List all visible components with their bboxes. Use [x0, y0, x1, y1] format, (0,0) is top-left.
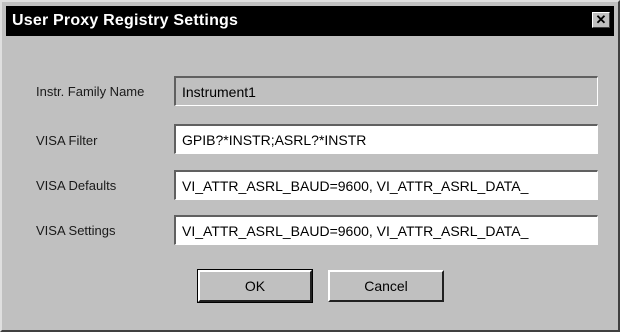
- visa-filter-label: VISA Filter: [36, 133, 98, 148]
- visa-defaults-label: VISA Defaults: [36, 178, 117, 193]
- visa-defaults-value: VI_ATTR_ASRL_BAUD=9600, VI_ATTR_ASRL_DAT…: [182, 177, 529, 194]
- ok-button-label: OK: [244, 278, 266, 294]
- close-icon: ✕: [595, 12, 607, 27]
- user-proxy-registry-dialog: User Proxy Registry Settings ✕ Instr. Fa…: [0, 0, 620, 332]
- cancel-button[interactable]: Cancel: [328, 270, 444, 302]
- visa-settings-input[interactable]: VI_ATTR_ASRL_BAUD=9600, VI_ATTR_ASRL_DAT…: [174, 215, 598, 245]
- dialog-title: User Proxy Registry Settings: [12, 12, 239, 29]
- title-bar: User Proxy Registry Settings ✕: [6, 6, 614, 36]
- family-name-value: Instrument1: [182, 83, 256, 100]
- visa-defaults-input[interactable]: VI_ATTR_ASRL_BAUD=9600, VI_ATTR_ASRL_DAT…: [174, 170, 598, 200]
- visa-filter-input[interactable]: GPIB?*INSTR;ASRL?*INSTR: [174, 124, 598, 154]
- visa-settings-label: VISA Settings: [36, 223, 116, 238]
- family-name-field[interactable]: Instrument1: [174, 76, 598, 106]
- close-button[interactable]: ✕: [592, 12, 610, 28]
- visa-settings-value: VI_ATTR_ASRL_BAUD=9600, VI_ATTR_ASRL_DAT…: [182, 222, 529, 239]
- ok-button[interactable]: OK: [197, 269, 313, 303]
- family-name-label: Instr. Family Name: [36, 84, 145, 99]
- visa-filter-value: GPIB?*INSTR;ASRL?*INSTR: [182, 131, 367, 148]
- cancel-button-label: Cancel: [364, 278, 408, 294]
